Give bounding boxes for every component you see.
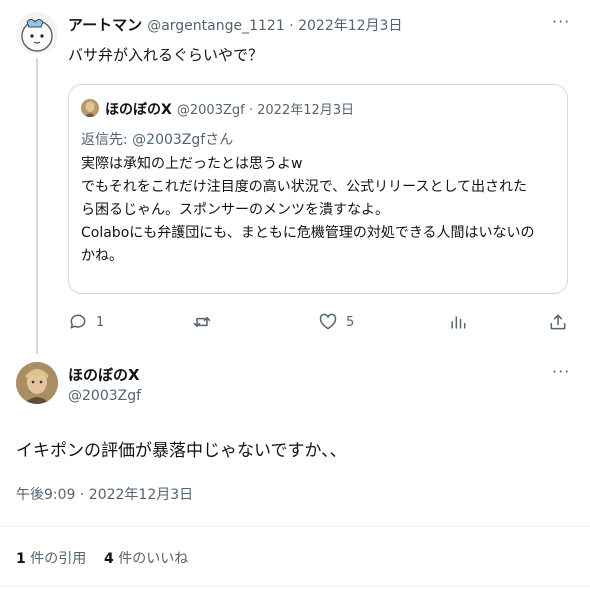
share-icon	[550, 314, 566, 330]
share-button[interactable]	[548, 312, 568, 332]
quote-text-line: でもそれをこれだけ注目度の高い状況で、公式リリースとして出された	[81, 179, 528, 195]
quote-text-line: ら困るじゃん。スポンサーのメンツを潰すなよ。	[81, 202, 389, 218]
quote-text: 実際は承知の上だったとは思うよw でもそれをこれだけ注目度の高い状況で、公式リリ…	[81, 153, 561, 268]
tweet-timestamp[interactable]: 午後9:09 · 2022年12月3日	[16, 484, 193, 504]
tweet-text: イキポンの評価が暴落中じゃないですか、、	[16, 441, 347, 461]
more-options-icon[interactable]: ···	[552, 12, 570, 31]
quoted-tweet-card[interactable]: ほのぼのX @2003Zgf · 2022年12月3日 返信先: @2003Zg…	[68, 84, 568, 294]
handle[interactable]: @argentange_1121	[147, 18, 285, 34]
divider	[0, 586, 590, 587]
quotes-count: 1	[16, 551, 26, 567]
handle: @2003Zgf	[176, 103, 245, 118]
reply-to-label: 返信先: @2003Zgfさん	[81, 132, 234, 148]
quotes-label: 件の引用	[25, 551, 87, 567]
divider	[0, 526, 590, 527]
more-options-icon[interactable]: ···	[552, 362, 570, 381]
analytics-icon	[451, 316, 466, 329]
quote-text-line: 実際は承知の上だったとは思うよw	[81, 156, 303, 172]
like-button[interactable]: 5	[318, 312, 354, 332]
avatar[interactable]	[16, 362, 58, 404]
tweet-date: 2022年12月3日	[257, 103, 355, 118]
display-name[interactable]: ほのぼのX	[68, 364, 140, 385]
quote-text-line: かね。	[81, 248, 123, 264]
avatar[interactable]	[16, 12, 58, 54]
tweet-date[interactable]: 2022年12月3日	[298, 18, 402, 34]
quotes-stat[interactable]: 1 件の引用	[16, 548, 86, 568]
likes-label: 件のいいね	[113, 551, 189, 567]
thread-connector-line	[36, 58, 38, 354]
like-count: 5	[346, 314, 355, 330]
quote-header: ほのぼのX @2003Zgf · 2022年12月3日	[105, 99, 354, 119]
reply-icon	[70, 314, 86, 329]
separator: ·	[284, 18, 299, 34]
avatar	[81, 99, 99, 117]
separator: ·	[244, 103, 258, 118]
display-name[interactable]: アートマン	[68, 16, 142, 34]
person-avatar-icon	[81, 99, 99, 117]
likes-stat[interactable]: 4 件のいいね	[104, 548, 188, 568]
handle[interactable]: @2003Zgf	[68, 388, 141, 404]
person-avatar-icon	[16, 362, 58, 404]
retweet-button[interactable]	[192, 312, 220, 332]
tweet-text: バサ弁が入れるぐらいやで？	[68, 46, 264, 64]
retweet-icon	[193, 317, 211, 327]
quote-text-line: Colaboにも弁護団にも、まともに危機管理の対処できる人間はいないの	[81, 225, 535, 241]
views-button[interactable]	[448, 312, 468, 332]
reply-button[interactable]: 1	[68, 312, 104, 332]
display-name: ほのぼのX	[105, 102, 172, 118]
reply-count: 1	[96, 314, 105, 330]
likes-count: 4	[104, 551, 114, 567]
character-avatar-icon	[21, 19, 53, 52]
heart-icon	[319, 313, 337, 330]
tweet1-header: アートマン @argentange_1121 · 2022年12月3日	[68, 14, 402, 35]
